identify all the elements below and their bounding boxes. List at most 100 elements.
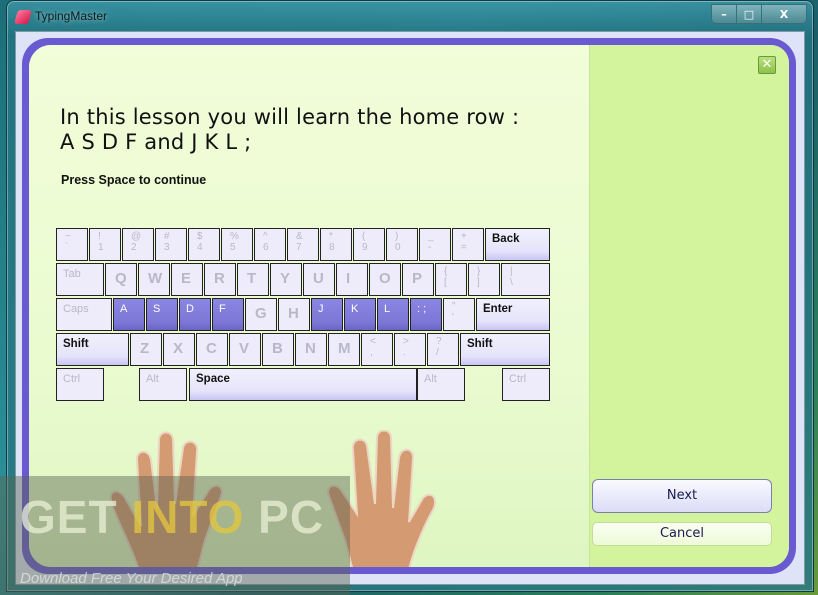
key-w[interactable]: W [138,263,170,296]
key-6[interactable]: ^ 6 [254,228,286,261]
key-label: Q [115,270,127,287]
key-p[interactable]: P [402,263,434,296]
key-label: W [148,270,163,287]
maximize-button[interactable]: □ [737,5,762,23]
minimize-button[interactable]: – [712,5,737,23]
key-i[interactable]: I [336,263,368,296]
key-v[interactable]: V [229,333,261,366]
key-shift[interactable]: Shift [460,333,550,366]
key-label: Alt [146,373,159,385]
close-lesson-button[interactable]: ✕ [758,56,776,74]
key-label: > . [403,336,409,358]
key-k[interactable]: K [344,298,376,331]
key-g[interactable]: G [245,298,277,331]
key-label: A [120,303,128,315]
key-t[interactable]: T [237,263,269,296]
key-label: R [214,270,225,287]
watermark-tagline: Download Free Your Desired App [20,570,243,587]
key-o[interactable]: O [369,263,401,296]
key-label: G [255,305,267,322]
key-label: < , [370,336,376,358]
key-sym[interactable]: ? / [427,333,459,366]
key-3[interactable]: # 3 [155,228,187,261]
key-s[interactable]: S [146,298,178,331]
lesson-title-line1: In this lesson you will learn the home r… [60,105,520,129]
window-title: TypingMaster [35,9,108,23]
key-5[interactable]: % 5 [221,228,253,261]
key-4[interactable]: $ 4 [188,228,220,261]
key-label: V [239,340,250,357]
key-l[interactable]: L [377,298,409,331]
key-label: } ] [477,266,481,288]
key-u[interactable]: U [303,263,335,296]
key-label: ~ ` [65,231,71,253]
key-label: Enter [483,303,513,315]
key-sym[interactable]: } ] [468,263,500,296]
key-z[interactable]: Z [130,333,162,366]
key-label: Ctrl [63,373,81,385]
title-bar[interactable]: TypingMaster – □ X [7,1,813,33]
key-label: M [338,340,351,357]
key-tab[interactable]: Tab [56,263,104,296]
key-7[interactable]: & 7 [287,228,319,261]
key-sym[interactable]: | \ [501,263,550,296]
key-label: N [305,340,316,357]
key-label: # 3 [164,231,170,253]
key-8[interactable]: * 8 [320,228,352,261]
key-label: ? / [436,336,442,358]
key-sym[interactable]: < , [361,333,393,366]
on-screen-keyboard: ~ ` ! 1 @ 2 # 3 $ 4 % 5 ^ 6 & 7 * 8 ( 9) 0 _ - + = B… [56,228,556,408]
key-label: ( 9 [362,231,368,253]
key-sym[interactable]: _ - [419,228,451,261]
key-caps[interactable]: Caps [56,298,112,331]
key-j[interactable]: J [311,298,343,331]
key-alt[interactable]: Alt [139,368,187,401]
key-sym[interactable]: " ' [443,298,475,331]
key-r[interactable]: R [204,263,236,296]
key-2[interactable]: @ 2 [122,228,154,261]
key-label: * 8 [329,231,335,253]
key-0[interactable]: ) 0 [386,228,418,261]
key-label: { [ [444,266,448,288]
key-space[interactable]: Space [189,368,417,401]
key-b[interactable]: B [262,333,294,366]
key-label: _ - [428,231,434,253]
key-ctrl[interactable]: Ctrl [502,368,550,401]
next-button[interactable]: Next [592,479,772,513]
key-f[interactable]: F [212,298,244,331]
watermark-logo: GET INTO PC [20,490,324,544]
key-label: U [313,270,324,287]
key-e[interactable]: E [171,263,203,296]
key-enter[interactable]: Enter [476,298,550,331]
key-h[interactable]: H [278,298,310,331]
key-shift[interactable]: Shift [56,333,129,366]
key-ctrl[interactable]: Ctrl [56,368,104,401]
close-window-button[interactable]: X [762,5,806,23]
key-label: " ' [452,301,456,323]
close-icon: X [779,7,789,21]
key-sym[interactable]: ~ ` [56,228,88,261]
key-n[interactable]: N [295,333,327,366]
key-label: % 5 [230,231,239,253]
key-9[interactable]: ( 9 [353,228,385,261]
cancel-button[interactable]: Cancel [592,522,772,546]
key-alt[interactable]: Alt [417,368,465,401]
key-c[interactable]: C [196,333,228,366]
lesson-title: In this lesson you will learn the home r… [60,105,519,155]
key-sym[interactable]: { [ [435,263,467,296]
key-label: C [206,340,217,357]
caption-buttons: – □ X [711,4,807,24]
key-a[interactable]: A [113,298,145,331]
key-d[interactable]: D [179,298,211,331]
key-sym[interactable]: + = [452,228,484,261]
key-y[interactable]: Y [270,263,302,296]
key-1[interactable]: ! 1 [89,228,121,261]
key-sym[interactable]: > . [394,333,426,366]
key-label: K [351,303,359,315]
key-sym[interactable]: : ; [410,298,442,331]
key-label: ! 1 [98,231,104,253]
key-m[interactable]: M [328,333,360,366]
key-q[interactable]: Q [105,263,137,296]
key-back[interactable]: Back [485,228,550,261]
key-x[interactable]: X [163,333,195,366]
